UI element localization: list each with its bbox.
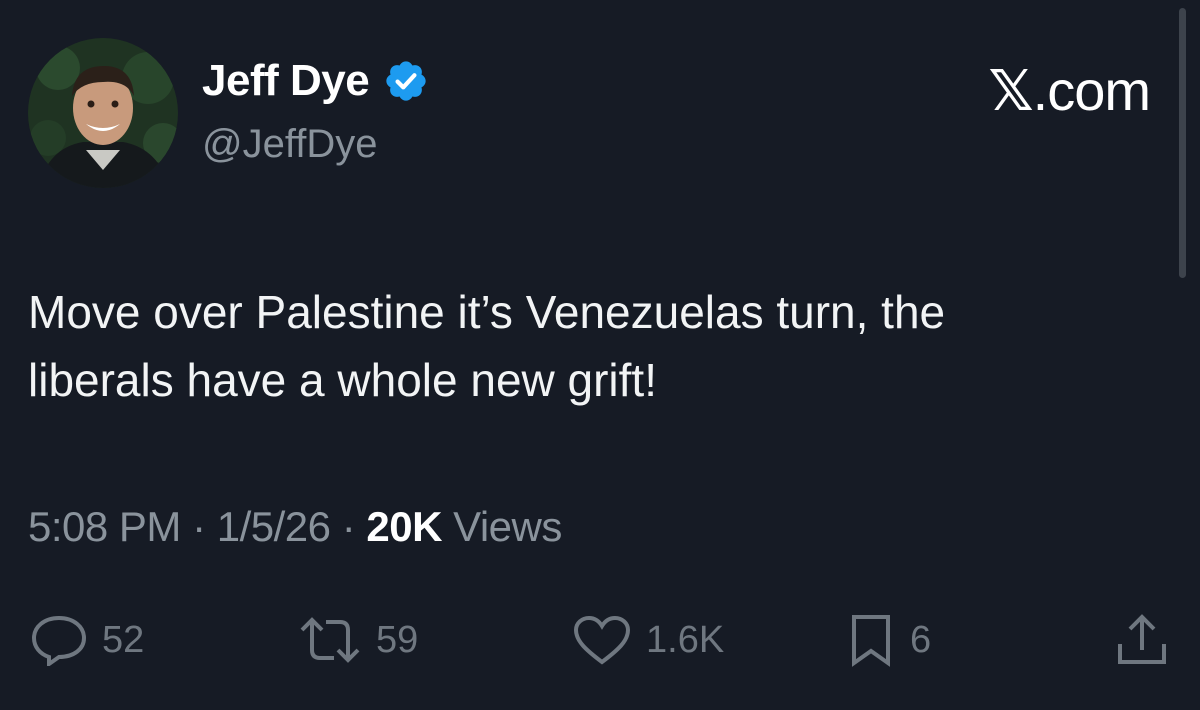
tweet-date[interactable]: 1/5/26 — [217, 503, 331, 550]
like-count: 1.6K — [646, 618, 725, 661]
action-bar: 52 59 1.6K 6 — [0, 612, 1200, 672]
like-button[interactable]: 1.6K — [572, 612, 724, 668]
reply-count: 52 — [102, 618, 145, 661]
repost-count: 59 — [376, 618, 419, 661]
tweet-time[interactable]: 5:08 PM — [28, 503, 181, 550]
views-label: Views — [441, 503, 562, 550]
author-handle[interactable]: @JeffDye — [202, 122, 378, 167]
heart-icon — [573, 615, 631, 665]
share-button[interactable] — [1112, 612, 1172, 668]
tweet-text-line: liberals have a whole new grift! — [28, 354, 657, 406]
tweet-meta: 5:08 PM · 1/5/26 · 20K Views — [28, 503, 562, 551]
verified-badge-icon[interactable] — [383, 58, 429, 104]
avatar-photo — [28, 38, 178, 188]
author-name[interactable]: Jeff Dye — [202, 56, 370, 106]
reply-icon — [31, 615, 87, 666]
brand-domain: .com — [1032, 59, 1151, 122]
bookmark-count: 6 — [910, 618, 932, 661]
scrollbar[interactable] — [1179, 8, 1186, 278]
avatar[interactable] — [28, 38, 178, 188]
meta-separator: · — [180, 503, 217, 550]
author-row: Jeff Dye — [202, 56, 429, 106]
views-count: 20K — [366, 503, 442, 550]
meta-separator: · — [330, 503, 367, 550]
repost-button[interactable]: 59 — [298, 612, 418, 668]
tweet-text: Move over Palestine it’s Venezuelas turn… — [28, 278, 1168, 414]
x-logo-icon: 𝕏 — [988, 59, 1034, 124]
reply-button[interactable]: 52 — [30, 612, 144, 668]
tweet-text-line: Move over Palestine it’s Venezuelas turn… — [28, 286, 946, 338]
repost-icon — [300, 617, 360, 663]
brand-logo[interactable]: 𝕏.com — [988, 58, 1151, 124]
bookmark-button[interactable]: 6 — [846, 612, 931, 668]
share-icon — [1118, 614, 1166, 664]
bookmark-icon — [852, 615, 890, 667]
